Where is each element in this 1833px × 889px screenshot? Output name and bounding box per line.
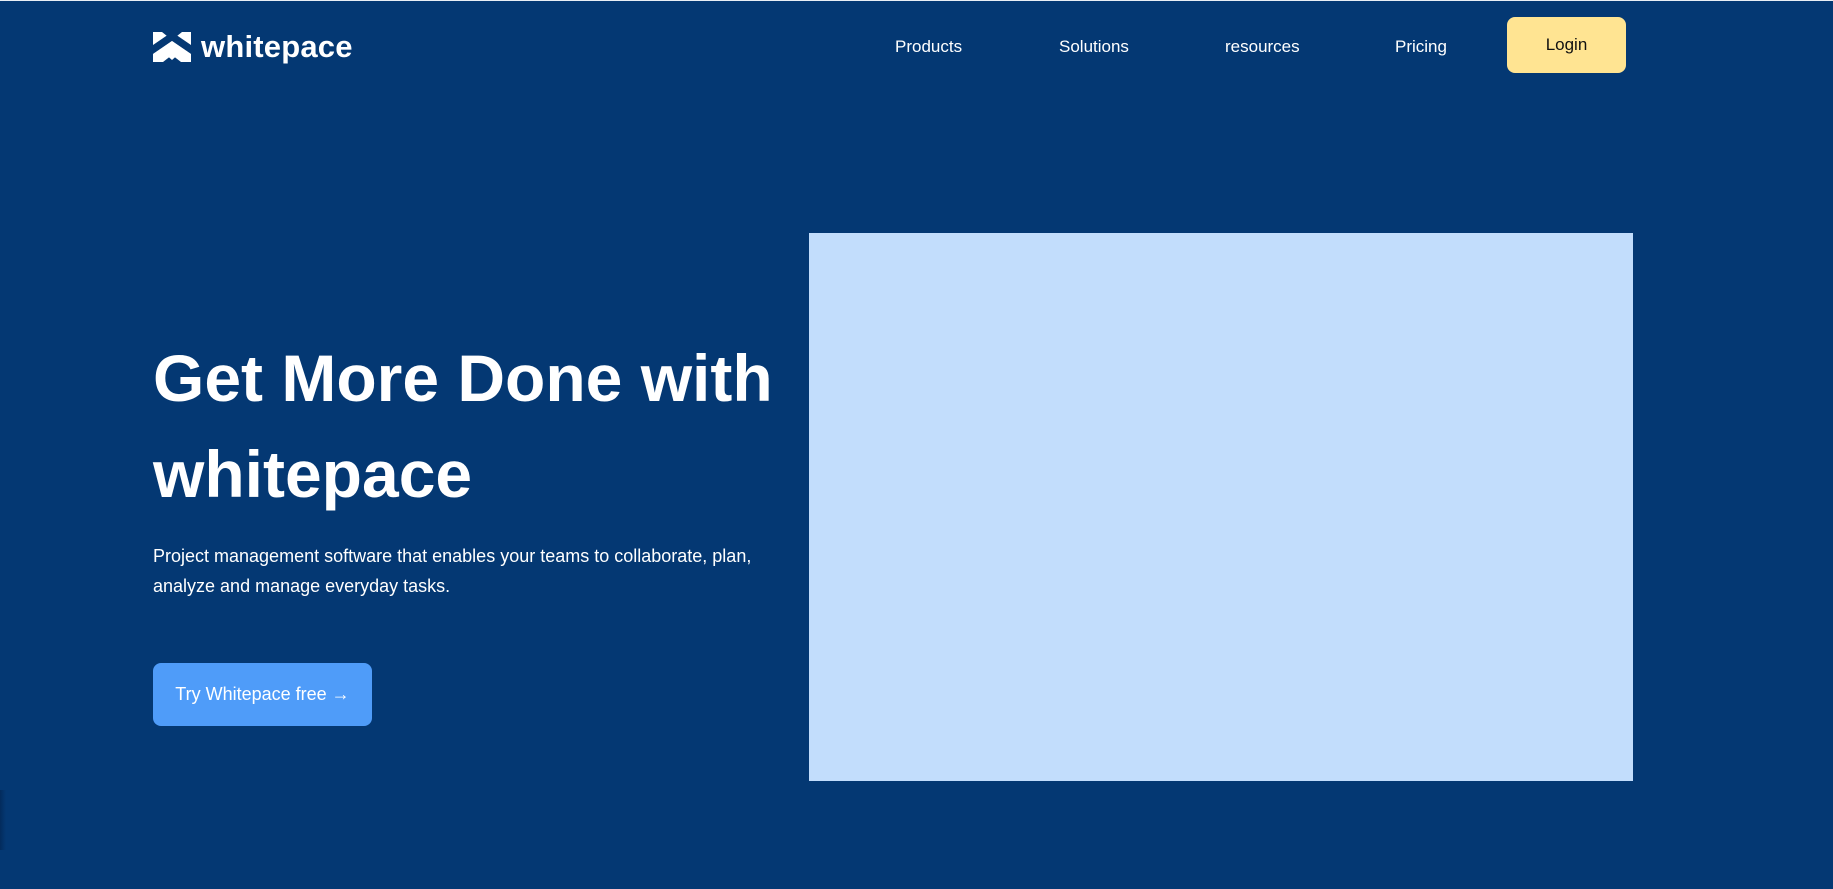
top-edge-line — [0, 0, 1833, 1]
try-free-button[interactable]: Try Whitepace free → — [153, 663, 372, 726]
brand-logo[interactable]: whitepace — [153, 31, 353, 62]
edge-shadow — [0, 790, 6, 850]
nav-solutions-link[interactable]: Solutions — [1059, 37, 1129, 57]
whitepace-logo-icon — [153, 31, 191, 62]
nav-pricing-link[interactable]: Pricing — [1395, 37, 1447, 57]
hero-title: Get More Done with whitepace — [153, 341, 773, 511]
login-button[interactable]: Login — [1507, 17, 1626, 73]
hero-subtitle: Project management software that enables… — [153, 546, 752, 596]
nav-products-link[interactable]: Products — [895, 37, 962, 57]
nav-resources-link[interactable]: resources — [1225, 37, 1300, 57]
brand-name: whitepace — [201, 29, 353, 64]
hero-image-placeholder — [809, 233, 1633, 781]
